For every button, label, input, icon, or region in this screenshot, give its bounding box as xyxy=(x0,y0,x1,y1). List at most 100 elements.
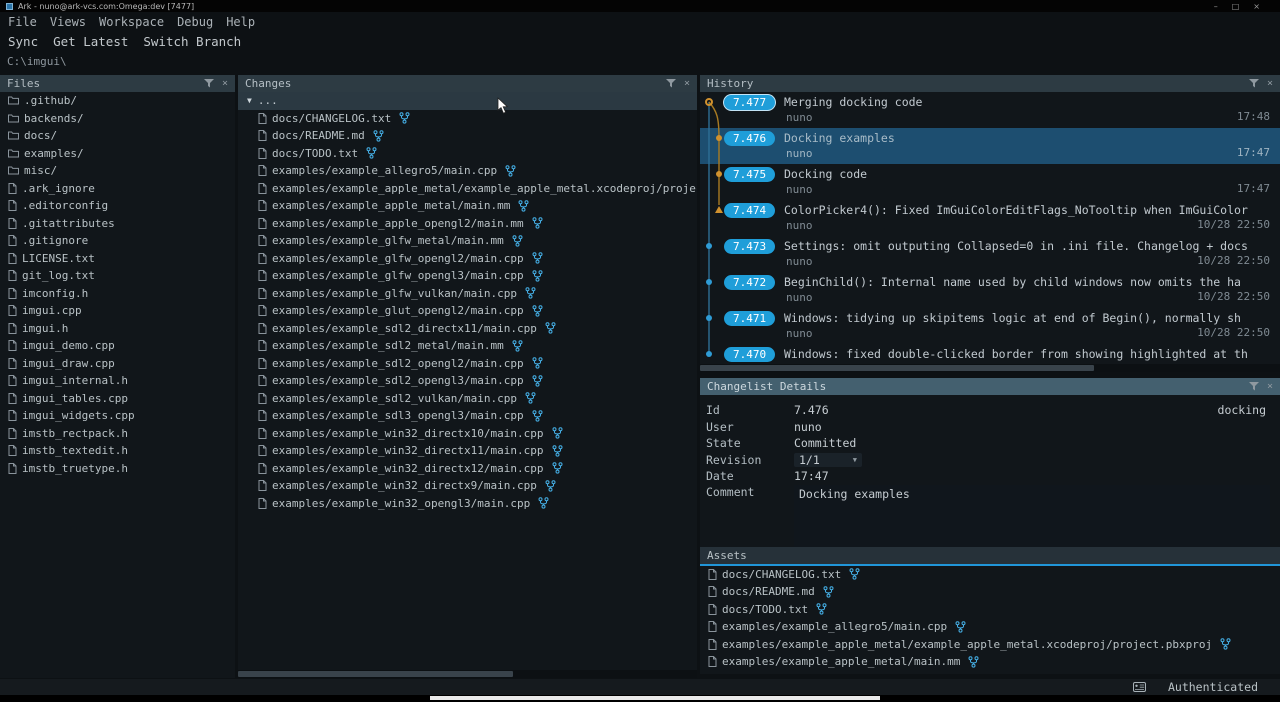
filter-icon[interactable] xyxy=(666,79,676,88)
revision-badge[interactable]: 7.475 xyxy=(724,167,775,182)
asset-row[interactable]: docs/CHANGELOG.txt xyxy=(700,566,1280,584)
filter-icon[interactable] xyxy=(204,79,214,88)
asset-row[interactable]: examples/example_apple_metal/main.mm xyxy=(700,653,1280,671)
folder-icon xyxy=(8,166,19,175)
file-tree-item[interactable]: imgui.h xyxy=(0,320,235,338)
changed-file-row[interactable]: examples/example_allegro5/main.cpp xyxy=(238,162,697,180)
changed-file-row[interactable]: examples/example_apple_metal/example_app… xyxy=(238,180,697,198)
changed-file-row[interactable]: examples/example_sdl2_opengl3/main.cpp xyxy=(238,372,697,390)
file-tree-item[interactable]: imgui_internal.h xyxy=(0,372,235,390)
changed-file-row[interactable]: examples/example_glfw_opengl3/main.cpp xyxy=(238,267,697,285)
file-tree-item[interactable]: .editorconfig xyxy=(0,197,235,215)
changed-file-row[interactable]: docs/TODO.txt xyxy=(238,145,697,163)
revision-combo[interactable]: 1/1▼ xyxy=(794,453,862,467)
changed-file-row[interactable]: examples/example_apple_metal/main.mm xyxy=(238,197,697,215)
menu-item-views[interactable]: Views xyxy=(50,15,86,29)
commit-row[interactable]: 7.477Merging docking codenuno17:48 xyxy=(700,92,1280,128)
changes-root-row[interactable]: ▼ ... xyxy=(238,92,697,110)
file-tree-item[interactable]: .github/ xyxy=(0,92,235,110)
file-tree-item[interactable]: imstb_rectpack.h xyxy=(0,425,235,443)
filter-icon[interactable] xyxy=(1249,382,1259,391)
commit-row[interactable]: 7.470Windows: fixed double-clicked borde… xyxy=(700,344,1280,364)
toolbar-button-get-latest[interactable]: Get Latest xyxy=(53,34,128,49)
chevron-down-icon[interactable]: ▼ xyxy=(853,456,857,464)
folder-icon xyxy=(8,96,19,105)
menu-item-debug[interactable]: Debug xyxy=(177,15,213,29)
changed-file-row[interactable]: examples/example_win32_directx10/main.cp… xyxy=(238,425,697,443)
maximize-button[interactable]: □ xyxy=(1232,2,1240,11)
asset-row[interactable]: examples/example_apple_metal/example_app… xyxy=(700,636,1280,654)
commit-author: nuno xyxy=(786,291,813,304)
revision-badge[interactable]: 7.474 xyxy=(724,203,775,218)
close-panel-icon[interactable]: × xyxy=(1267,382,1273,392)
file-tree-item[interactable]: imgui_tables.cpp xyxy=(0,390,235,408)
menu-item-help[interactable]: Help xyxy=(226,15,255,29)
changed-file-row[interactable]: examples/example_win32_directx11/main.cp… xyxy=(238,442,697,460)
file-tree-item[interactable]: examples/ xyxy=(0,145,235,163)
file-tree-item[interactable]: backends/ xyxy=(0,110,235,128)
changed-file-row[interactable]: docs/CHANGELOG.txt xyxy=(238,110,697,128)
comment-box[interactable]: Docking examples xyxy=(794,485,1270,547)
field-value: 17:47 xyxy=(794,469,829,483)
close-panel-icon[interactable]: × xyxy=(684,79,690,89)
close-panel-icon[interactable]: × xyxy=(222,79,228,89)
minimize-button[interactable]: – xyxy=(1214,2,1218,11)
changed-file-row[interactable]: examples/example_win32_directx9/main.cpp xyxy=(238,477,697,495)
changed-file-row[interactable]: examples/example_glut_opengl2/main.cpp xyxy=(238,302,697,320)
file-tree-item[interactable]: docs/ xyxy=(0,127,235,145)
commit-row[interactable]: 7.475Docking codenuno17:47 xyxy=(700,164,1280,200)
commit-row[interactable]: 7.472BeginChild(): Internal name used by… xyxy=(700,272,1280,308)
changed-file-row[interactable]: examples/example_win32_opengl3/main.cpp xyxy=(238,495,697,513)
revision-badge[interactable]: 7.477 xyxy=(724,95,775,110)
changed-file-row[interactable]: examples/example_sdl2_directx11/main.cpp xyxy=(238,320,697,338)
horizontal-scrollbar[interactable] xyxy=(700,364,1280,372)
horizontal-scrollbar[interactable] xyxy=(238,670,697,678)
file-tree-item[interactable]: imstb_truetype.h xyxy=(0,460,235,478)
revision-badge[interactable]: 7.473 xyxy=(724,239,775,254)
file-tree-item[interactable]: imconfig.h xyxy=(0,285,235,303)
changed-file-row[interactable]: examples/example_win32_directx12/main.cp… xyxy=(238,460,697,478)
commit-author: nuno xyxy=(786,219,813,232)
commit-row[interactable]: 7.471Windows: tidying up skipitems logic… xyxy=(700,308,1280,344)
changed-file-row[interactable]: examples/example_sdl2_vulkan/main.cpp xyxy=(238,390,697,408)
revision-badge[interactable]: 7.472 xyxy=(724,275,775,290)
asset-row[interactable]: examples/example_allegro5/main.cpp xyxy=(700,618,1280,636)
file-tree-item[interactable]: .gitattributes xyxy=(0,215,235,233)
changed-file-row[interactable]: examples/example_sdl2_metal/main.mm xyxy=(238,337,697,355)
scrollbar-thumb[interactable] xyxy=(238,671,513,677)
close-panel-icon[interactable]: × xyxy=(1267,79,1273,89)
revision-badge[interactable]: 7.470 xyxy=(724,347,775,362)
menu-item-workspace[interactable]: Workspace xyxy=(99,15,164,29)
commit-row[interactable]: 7.474ColorPicker4(): Fixed ImGuiColorEdi… xyxy=(700,200,1280,236)
changed-file-row[interactable]: docs/README.md xyxy=(238,127,697,145)
commit-row[interactable]: 7.476Docking examplesnuno17:47 xyxy=(700,128,1280,164)
chevron-down-icon[interactable]: ▼ xyxy=(247,96,252,105)
changed-file-row[interactable]: examples/example_sdl2_opengl2/main.cpp xyxy=(238,355,697,373)
file-tree-item[interactable]: imgui_draw.cpp xyxy=(0,355,235,373)
close-button[interactable]: × xyxy=(1253,2,1260,11)
revision-badge[interactable]: 7.476 xyxy=(724,131,775,146)
revision-badge[interactable]: 7.471 xyxy=(724,311,775,326)
changed-file-row[interactable]: examples/example_apple_opengl2/main.mm xyxy=(238,215,697,233)
changed-file-row[interactable]: examples/example_glfw_metal/main.mm xyxy=(238,232,697,250)
file-tree-item[interactable]: imgui_demo.cpp xyxy=(0,337,235,355)
file-tree-item[interactable]: .gitignore xyxy=(0,232,235,250)
asset-row[interactable]: docs/TODO.txt xyxy=(700,601,1280,619)
scrollbar-thumb[interactable] xyxy=(700,365,1094,371)
file-tree-item[interactable]: LICENSE.txt xyxy=(0,250,235,268)
toolbar-button-switch-branch[interactable]: Switch Branch xyxy=(143,34,241,49)
commit-row[interactable]: 7.473Settings: omit outputing Collapsed=… xyxy=(700,236,1280,272)
file-tree-item[interactable]: misc/ xyxy=(0,162,235,180)
changed-file-row[interactable]: examples/example_sdl3_opengl3/main.cpp xyxy=(238,407,697,425)
toolbar-button-sync[interactable]: Sync xyxy=(8,34,38,49)
filter-icon[interactable] xyxy=(1249,79,1259,88)
file-tree-item[interactable]: .ark_ignore xyxy=(0,180,235,198)
file-tree-item[interactable]: imstb_textedit.h xyxy=(0,442,235,460)
file-tree-item[interactable]: imgui_widgets.cpp xyxy=(0,407,235,425)
menu-item-file[interactable]: File xyxy=(8,15,37,29)
changed-file-row[interactable]: examples/example_glfw_vulkan/main.cpp xyxy=(238,285,697,303)
changed-file-row[interactable]: examples/example_glfw_opengl2/main.cpp xyxy=(238,250,697,268)
asset-row[interactable]: docs/README.md xyxy=(700,583,1280,601)
file-tree-item[interactable]: git_log.txt xyxy=(0,267,235,285)
file-tree-item[interactable]: imgui.cpp xyxy=(0,302,235,320)
